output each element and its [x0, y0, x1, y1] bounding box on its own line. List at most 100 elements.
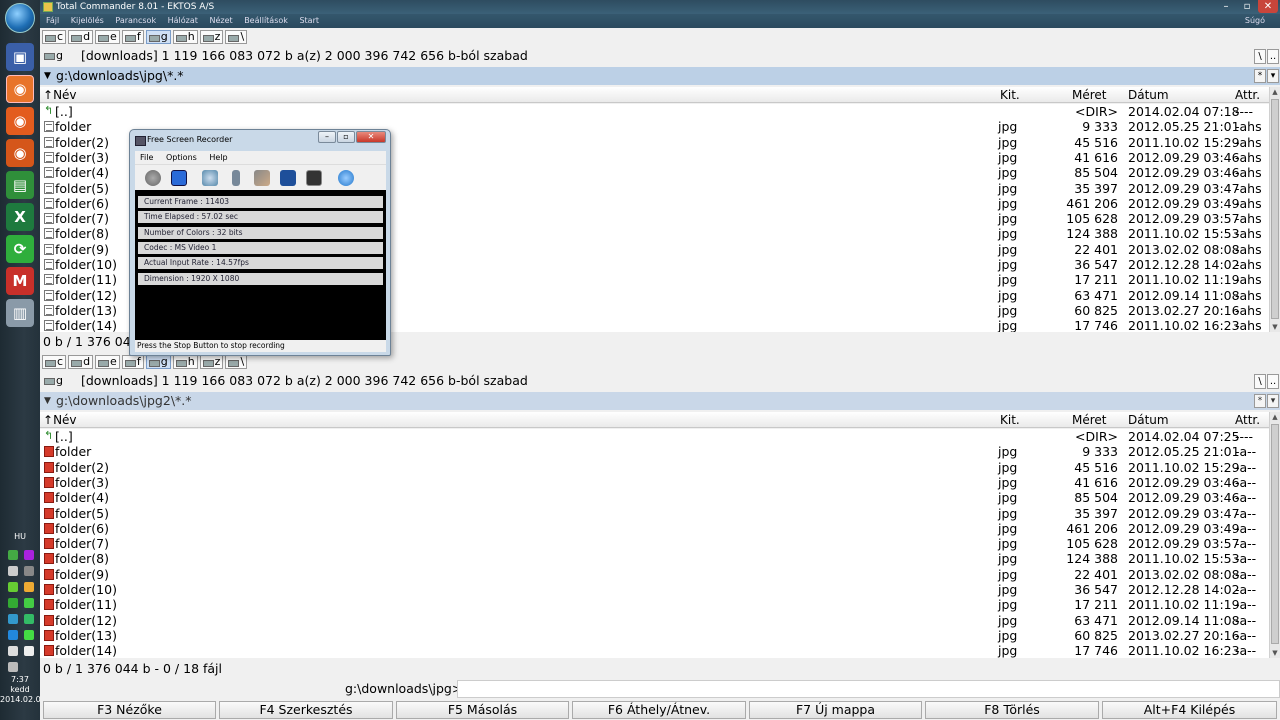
drive-button-f[interactable]: f — [121, 355, 144, 369]
drive-button-network[interactable]: \ — [225, 30, 248, 44]
file-row[interactable]: folder(13) jpg 60 825 2013.02.27 20:16 -a-- — [40, 628, 1269, 643]
col-size-bottom[interactable]: Méret — [1072, 412, 1107, 428]
sync-icon[interactable]: ⟳ — [6, 235, 34, 263]
scroll-up-arrow[interactable]: ▲ — [1270, 87, 1280, 97]
path-bar-bottom[interactable]: g:\downloads\jpg2\*.* * ▾ — [40, 392, 1280, 410]
file-row[interactable]: folder(14) jpg 17 746 2011.10.02 16:23 -a-- — [40, 643, 1269, 658]
f4-edit-button[interactable]: F4 Szerkesztés — [219, 701, 393, 719]
scroll-down-arrow[interactable]: ▼ — [1270, 648, 1280, 658]
drive-button-c[interactable]: c — [42, 30, 67, 44]
menu-network[interactable]: Hálózat — [168, 16, 198, 25]
menu-help[interactable]: Súgó — [1245, 14, 1265, 28]
col-ext-bottom[interactable]: Kit. — [1000, 412, 1020, 428]
f5-copy-button[interactable]: F5 Másolás — [396, 701, 569, 719]
tray-app-icon[interactable] — [24, 630, 34, 640]
recorder-minimize-button[interactable]: – — [318, 131, 336, 143]
clock[interactable]: 7:37 kedd 2014.02.04. — [0, 675, 48, 705]
microphone-icon[interactable] — [254, 170, 270, 186]
record-icon[interactable] — [145, 170, 161, 186]
drive-button-d[interactable]: d — [68, 30, 94, 44]
parent-button-bottom[interactable]: .. — [1267, 374, 1279, 389]
parent-button-top[interactable]: .. — [1267, 49, 1279, 64]
tray-app-icon[interactable] — [8, 630, 18, 640]
recorder-maximize-button[interactable]: ▫ — [337, 131, 355, 143]
history-button-bottom[interactable]: * — [1254, 394, 1266, 408]
firefox-icon[interactable]: ◉ — [6, 75, 34, 103]
close-button[interactable]: ✕ — [1258, 0, 1278, 13]
tray-app-icon[interactable] — [8, 582, 18, 592]
scroll-thumb[interactable] — [1271, 424, 1279, 644]
drive-button-z[interactable]: z — [199, 355, 224, 369]
recorder-menu-file[interactable]: File — [140, 153, 153, 162]
col-attr-bottom[interactable]: Attr. — [1235, 412, 1260, 428]
drive-select-top[interactable]: g — [43, 49, 75, 63]
f8-delete-button[interactable]: F8 Törlés — [925, 701, 1099, 719]
col-attr-top[interactable]: Attr. — [1235, 87, 1260, 103]
drive-button-e[interactable]: e — [95, 355, 120, 369]
settings-gear-icon[interactable] — [202, 170, 218, 186]
recorder-close-button[interactable]: ✕ — [356, 131, 386, 143]
firefox-icon[interactable]: ◉ — [6, 139, 34, 167]
root-button-top[interactable]: \ — [1254, 49, 1266, 64]
stop-icon[interactable] — [171, 170, 187, 186]
menu-start[interactable]: Start — [299, 16, 319, 25]
file-row[interactable]: folder(3) jpg 41 616 2012.09.29 03:46 -a-- — [40, 475, 1269, 490]
parent-dir-row[interactable]: ↰ [..] <DIR> 2014.02.04 07:18 ---- — [40, 104, 1269, 119]
file-row[interactable]: folder(7) jpg 105 628 2012.09.29 03:57 -a-- — [40, 536, 1269, 551]
info-icon[interactable] — [338, 170, 354, 186]
tray-app-icon[interactable] — [24, 582, 34, 592]
maximize-button[interactable]: ▫ — [1237, 0, 1257, 13]
minimize-button[interactable]: – — [1216, 0, 1236, 13]
mail-icon[interactable]: M — [6, 267, 34, 295]
f7-new-folder-button[interactable]: F7 Új mappa — [749, 701, 922, 719]
recorder-menu-options[interactable]: Options — [166, 153, 197, 162]
col-size-top[interactable]: Méret — [1072, 87, 1107, 103]
onenote-icon[interactable] — [24, 550, 34, 560]
excel-icon[interactable]: X — [6, 203, 34, 231]
f6-move-button[interactable]: F6 Áthely/Átnev. — [572, 701, 746, 719]
menu-commands[interactable]: Parancsok — [115, 16, 156, 25]
alt-f4-exit-button[interactable]: Alt+F4 Kilépés — [1102, 701, 1277, 719]
network-icon[interactable] — [8, 550, 18, 560]
tray-app-icon[interactable] — [8, 598, 18, 608]
video-icon[interactable] — [306, 170, 322, 186]
tray-app-icon[interactable] — [24, 566, 34, 576]
command-line-input[interactable] — [457, 680, 1280, 698]
file-row[interactable]: folder(4) jpg 85 504 2012.09.29 03:46 -a-- — [40, 490, 1269, 505]
drive-select-bottom[interactable]: g — [43, 374, 75, 388]
screen-icon[interactable] — [280, 170, 296, 186]
tray-app-icon[interactable] — [24, 598, 34, 608]
floppy-save-icon[interactable]: ▣ — [6, 43, 34, 71]
path-bar-top[interactable]: g:\downloads\jpg\*.* * ▾ — [40, 67, 1280, 85]
col-name-bottom[interactable]: ↑Név — [43, 412, 77, 428]
menu-view[interactable]: Nézet — [209, 16, 232, 25]
region-icon[interactable] — [232, 170, 240, 186]
file-row[interactable]: folder(8) jpg 124 388 2011.10.02 15:53 -a-- — [40, 551, 1269, 566]
drive-button-h[interactable]: h — [172, 355, 198, 369]
display-icon[interactable] — [8, 662, 18, 672]
drive-button-h[interactable]: h — [172, 30, 198, 44]
tray-app-icon[interactable] — [24, 614, 34, 624]
file-row[interactable]: folder(6) jpg 461 206 2012.09.29 03:49 -a-- — [40, 521, 1269, 536]
drive-button-g[interactable]: g — [145, 355, 171, 369]
tray-app-icon[interactable] — [8, 614, 18, 624]
scroll-down-arrow[interactable]: ▼ — [1270, 322, 1280, 332]
col-name-top[interactable]: ↑Név — [43, 87, 77, 103]
flag-icon[interactable] — [24, 646, 34, 656]
scroll-up-arrow[interactable]: ▲ — [1270, 412, 1280, 422]
file-row[interactable]: folder(9) jpg 22 401 2013.02.02 08:08 -a-- — [40, 567, 1269, 582]
drive-button-network[interactable]: \ — [225, 355, 248, 369]
file-row[interactable]: folder(11) jpg 17 211 2011.10.02 11:19 -a-- — [40, 597, 1269, 612]
menu-configuration[interactable]: Beállítások — [244, 16, 288, 25]
file-row[interactable]: folder jpg 9 333 2012.05.25 21:01 -a-- — [40, 444, 1269, 459]
drive-button-g[interactable]: g — [145, 30, 171, 44]
file-row[interactable]: folder(12) jpg 63 471 2012.09.14 11:08 -a-- — [40, 613, 1269, 628]
drive-button-f[interactable]: f — [121, 30, 144, 44]
drive-button-c[interactable]: c — [42, 355, 67, 369]
f3-view-button[interactable]: F3 Nézőke — [43, 701, 216, 719]
recorder-menu-help[interactable]: Help — [209, 153, 227, 162]
spreadsheet-icon[interactable]: ▤ — [6, 171, 34, 199]
total-commander-icon[interactable]: ▥ — [6, 299, 34, 327]
firefox-icon[interactable]: ◉ — [6, 107, 34, 135]
file-row[interactable]: folder(2) jpg 45 516 2011.10.02 15:29 -a-- — [40, 460, 1269, 475]
